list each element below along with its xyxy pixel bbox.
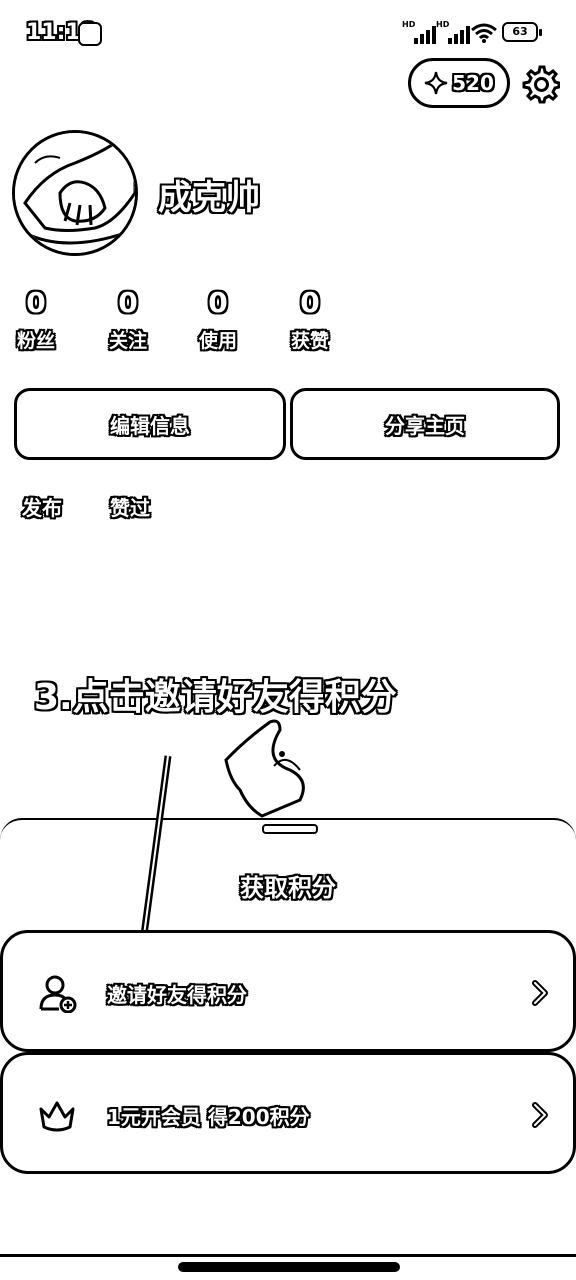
- avatar[interactable]: [12, 130, 138, 256]
- stat-label: 关注: [108, 330, 147, 352]
- signal-icon: HD: [436, 20, 470, 44]
- sheet-divider: [0, 1254, 576, 1257]
- share-home-label: 分享主页: [385, 413, 465, 438]
- stat-likes[interactable]: 0 获赞: [278, 286, 342, 353]
- tab-liked[interactable]: 赞过: [110, 492, 150, 521]
- gear-icon[interactable]: [520, 64, 560, 104]
- stat-value: 0: [26, 286, 46, 319]
- stat-value: 0: [118, 286, 138, 319]
- chevron-right-icon: [532, 980, 548, 1006]
- sheet-title: 获取积分: [240, 874, 336, 902]
- instruction-annotation: 3.点击邀请好友得积分: [34, 677, 397, 718]
- stat-label: 获赞: [290, 330, 329, 352]
- battery-icon: 63: [502, 22, 542, 42]
- stat-usage[interactable]: 0 使用: [186, 286, 250, 353]
- stat-following[interactable]: 0 关注: [96, 286, 160, 353]
- username: 成克帅: [158, 178, 260, 218]
- stat-followers[interactable]: 0 粉丝: [4, 286, 68, 353]
- dingtalk-icon: [78, 22, 102, 46]
- chevron-right-icon: [532, 1102, 548, 1128]
- membership-option[interactable]: 1元开会员 得200积分: [0, 1052, 576, 1174]
- wifi-icon: [471, 23, 497, 43]
- avatar-hands-image: [15, 133, 135, 253]
- edit-info-button[interactable]: 编辑信息: [14, 388, 286, 460]
- points-value: 520: [452, 71, 494, 95]
- stat-label: 使用: [198, 330, 237, 352]
- status-bar: 11:19 HD HD 63: [0, 0, 576, 66]
- share-home-button[interactable]: 分享主页: [290, 388, 560, 460]
- sparkle-icon: [424, 71, 448, 95]
- stat-label: 粉丝: [16, 330, 55, 352]
- invite-friends-option[interactable]: 邀请好友得积分: [0, 930, 576, 1052]
- crown-icon: [39, 1101, 75, 1132]
- home-indicator[interactable]: [178, 1262, 400, 1272]
- membership-label: 1元开会员 得200积分: [107, 1105, 310, 1129]
- signal-icon: HD: [402, 20, 436, 44]
- invite-friends-label: 邀请好友得积分: [107, 983, 247, 1007]
- points-button[interactable]: 520: [408, 58, 510, 108]
- add-user-icon: [39, 975, 77, 1013]
- edit-info-label: 编辑信息: [110, 413, 190, 438]
- stat-value: 0: [300, 286, 320, 319]
- stat-value: 0: [208, 286, 228, 319]
- sheet-handle[interactable]: [262, 824, 318, 834]
- tab-published[interactable]: 发布: [22, 492, 62, 521]
